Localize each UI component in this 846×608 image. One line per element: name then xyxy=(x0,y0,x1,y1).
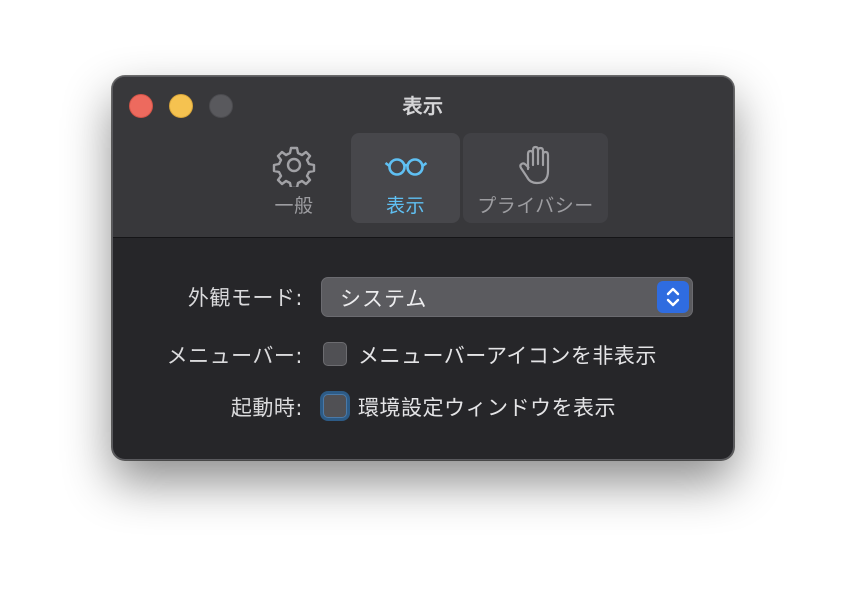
select-stepper[interactable] xyxy=(657,281,689,313)
glasses-icon xyxy=(384,158,427,176)
appearance-label: 外観モード: xyxy=(187,286,303,310)
window-title: 表示 xyxy=(402,94,444,118)
tab-display[interactable]: 表示 xyxy=(351,133,460,223)
chevron-up-down-icon xyxy=(666,287,680,307)
tab-privacy[interactable]: プライバシー xyxy=(463,133,608,223)
hide-menubar-icon-checkbox[interactable] xyxy=(323,342,347,366)
appearance-select-value: システム xyxy=(340,287,428,311)
show-preferences-on-launch-checkbox[interactable] xyxy=(323,394,347,418)
tab-display-label: 表示 xyxy=(385,195,425,217)
launch-label: 起動時: xyxy=(230,396,303,420)
tab-privacy-label: プライバシー xyxy=(477,195,594,217)
tab-general[interactable]: 一般 xyxy=(249,133,339,223)
tab-general-label: 一般 xyxy=(274,195,314,217)
toolbar: 表示 一般 表示 プライバシー xyxy=(113,77,733,238)
show-preferences-on-launch-label[interactable]: 環境設定ウィンドウを表示 xyxy=(358,392,616,422)
hand-icon xyxy=(518,145,549,185)
appearance-select[interactable]: システム xyxy=(321,277,693,317)
menubar-label: メニューバー: xyxy=(166,344,303,368)
preferences-window: 表示 一般 表示 プライバシー 外観モード: システム メニューバー: メニュー… xyxy=(112,76,734,460)
gear-icon xyxy=(272,146,316,187)
hide-menubar-icon-label[interactable]: メニューバーアイコンを非表示 xyxy=(358,340,657,370)
